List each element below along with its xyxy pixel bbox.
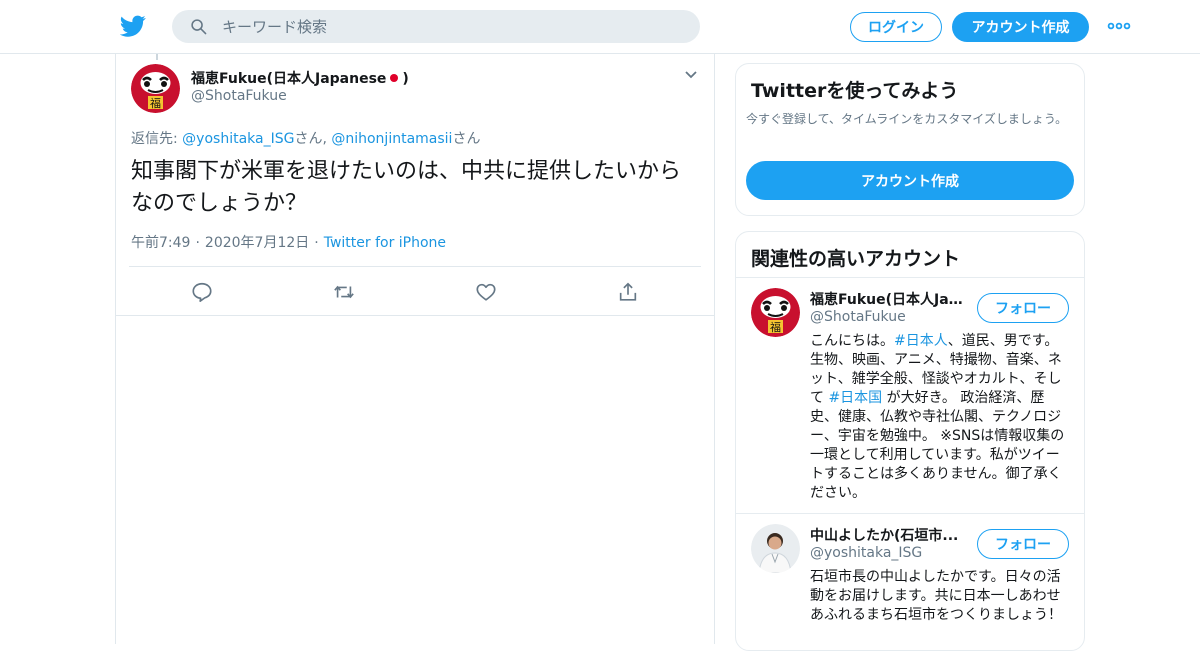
meta-separator: · [314,235,319,251]
search-input[interactable] [222,10,682,43]
japan-flag-icon [390,74,399,82]
account-handle[interactable]: @ShotaFukue [810,309,906,325]
author-name-suffix: ) [402,71,409,87]
follow-button[interactable]: フォロー [977,529,1069,559]
tweet-author-handle[interactable]: @ShotaFukue [191,88,287,104]
avatar[interactable] [751,524,800,573]
account-name[interactable]: 福恵Fukue(日本人Jap... [810,289,970,309]
login-button[interactable]: ログイン [850,12,942,42]
reply-icon[interactable] [191,281,213,303]
retweet-icon[interactable] [333,281,355,303]
reply-prefix: 返信先: [131,131,183,147]
like-heart-icon[interactable] [475,281,497,303]
reply-san: さん, [294,131,332,147]
reply-context: 返信先: @yoshitaka_ISGさん, @nihonjintamasiiさ… [131,128,480,148]
thread-connector [156,54,158,60]
reply-san: さん [452,131,481,147]
signup-card-title: Twitterを使ってみよう [751,80,959,102]
tweet-date[interactable]: 2020年7月12日 [205,235,309,251]
tweet-metadata: 午前7:49 · 2020年7月12日 · Twitter for iPhone [131,232,446,252]
meta-separator: · [195,235,200,251]
svg-text:福: 福 [150,96,161,110]
search-icon [191,19,207,35]
signup-card: Twitterを使ってみよう 今すぐ登録して、タイムラインをカスタマイズしましょ… [735,63,1085,216]
tweet-column: 福 福恵Fukue(日本人Japanese) @ShotaFukue 返信先: … [115,54,715,644]
tweet-author-name[interactable]: 福恵Fukue(日本人Japanese) [191,68,409,88]
reply-user-link[interactable]: @nihonjintamasii [331,131,452,147]
tweet-actions [116,267,714,315]
account-name[interactable]: 中山よしたか(石垣市... [810,525,970,545]
signup-button[interactable]: アカウント作成 [952,12,1089,42]
account-bio: 石垣市長の中山よしたかです。日々の活動をお届けします。共に日本一しあわせあふれる… [810,569,1062,623]
tweet-text: 知事閣下が米軍を退けたいのは、中共に提供したいからなのでしょうか？ [131,159,682,216]
daruma-avatar-icon: 福 [131,64,180,113]
reply-user-link[interactable]: @yoshitaka_ISG [182,131,294,147]
chevron-down-icon[interactable] [684,70,698,80]
related-accounts-title: 関連性の高いアカウント [751,248,961,270]
svg-text:福: 福 [770,320,781,334]
share-icon[interactable] [617,281,639,303]
tweet-source[interactable]: Twitter for iPhone [324,235,446,251]
avatar[interactable]: 福 [131,64,180,113]
daruma-avatar-icon: 福 [751,288,800,337]
account-item[interactable]: 中山よしたか(石垣市... @yoshitaka_ISG フォロー 石垣市長の中… [736,513,1084,663]
account-item[interactable]: 福 福恵Fukue(日本人Jap... @ShotaFukue フォロー こんに… [736,278,1084,514]
signup-card-button[interactable]: アカウント作成 [746,161,1074,200]
divider [116,315,714,316]
follow-button[interactable]: フォロー [977,293,1069,323]
hashtag-link[interactable]: #日本人 [894,333,948,349]
person-avatar-icon [751,524,800,573]
bio-text: が大好き。 政治経済、歴史、健康、仏教や寺社仏閣、テクノロジー、宇宙を勉強中。 … [810,390,1065,501]
account-bio: こんにちは。#日本人、道民、男です。 生物、映画、アニメ、特撮物、音楽、ネット、… [810,332,1072,503]
signup-card-description: 今すぐ登録して、タイムラインをカスタマイズしましょう。 [746,112,1068,126]
avatar[interactable]: 福 [751,288,800,337]
more-options-icon[interactable] [1107,18,1131,34]
search-bar [172,10,700,43]
top-bar: ログイン アカウント作成 [0,0,1200,54]
bio-text: こんにちは。 [810,333,894,349]
twitter-logo-icon[interactable] [120,13,146,39]
tweet-time[interactable]: 午前7:49 [131,235,190,251]
account-handle[interactable]: @yoshitaka_ISG [810,545,922,561]
related-accounts-card: 関連性の高いアカウント 福 福恵Fukue(日本人Jap... @ShotaFu… [735,231,1085,651]
author-name-text: 福恵Fukue(日本人Japanese [191,71,387,87]
hashtag-link[interactable]: #日本国 [828,390,882,406]
